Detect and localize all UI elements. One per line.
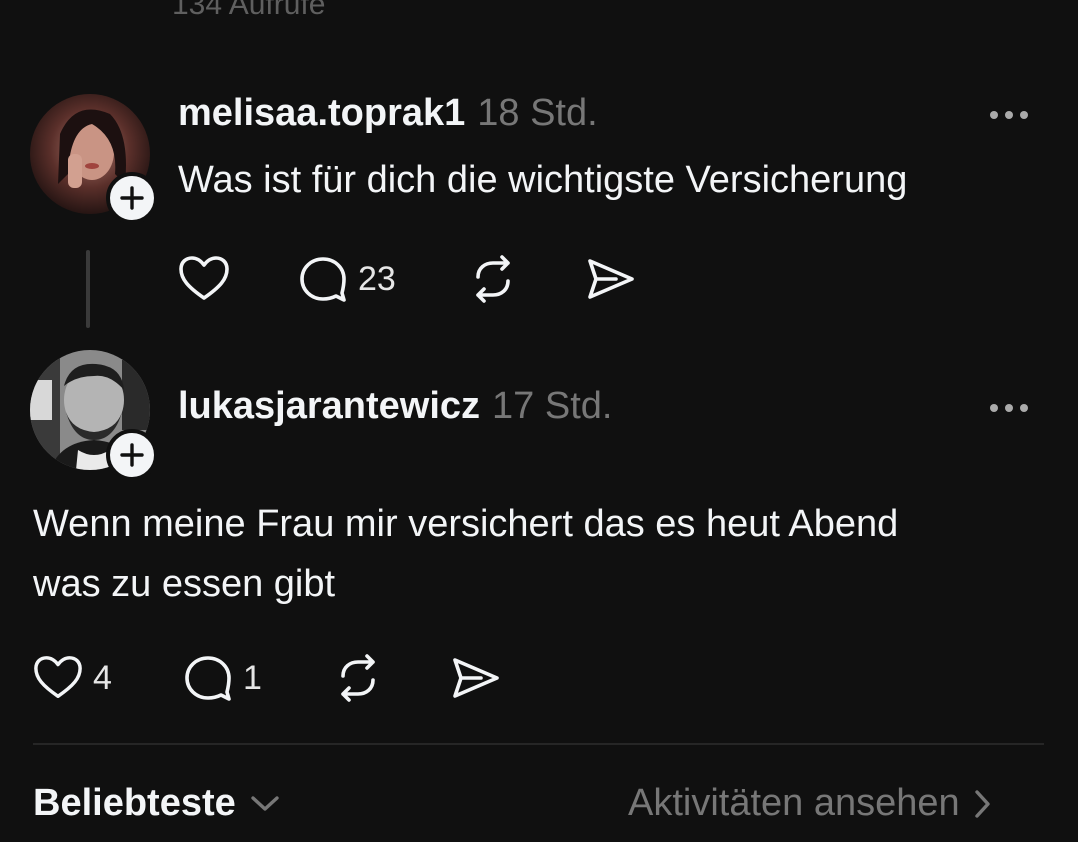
divider: [33, 743, 1044, 745]
heart-icon: [34, 656, 82, 698]
comment-icon: [185, 656, 231, 701]
post-header: melisaa.toprak1 18 Std.: [178, 92, 598, 135]
repost-button[interactable]: [333, 654, 383, 702]
timestamp: 17 Std.: [492, 385, 613, 427]
more-horizontal-icon: [990, 111, 998, 119]
reply-text-line: was zu essen gibt: [33, 563, 336, 605]
comment-icon: [300, 257, 346, 302]
heart-icon: [179, 256, 229, 300]
plus-icon: [120, 186, 144, 210]
share-button[interactable]: [586, 255, 636, 303]
send-icon: [453, 658, 499, 698]
reply-count: 1: [243, 658, 262, 697]
repost-icon: [476, 255, 510, 303]
view-activity-link[interactable]: Aktivitäten ansehen: [628, 782, 992, 825]
views-count: 134 Aufrufe: [172, 0, 326, 21]
more-options-button[interactable]: [990, 404, 1028, 412]
more-horizontal-icon: [990, 404, 998, 412]
reply-text-line: Wenn meine Frau mir versichert das es he…: [33, 503, 899, 545]
like-button[interactable]: [178, 255, 240, 303]
sort-dropdown[interactable]: Beliebteste: [33, 782, 280, 825]
repost-button[interactable]: [468, 255, 518, 303]
like-count: 4: [93, 658, 112, 697]
plus-icon: [120, 443, 144, 467]
thread-line: [86, 250, 90, 328]
more-options-button[interactable]: [990, 111, 1028, 119]
post-text: Was ist für dich die wichtigste Versiche…: [178, 159, 908, 201]
like-button[interactable]: 4: [33, 654, 112, 702]
share-button[interactable]: [451, 654, 501, 702]
chevron-right-icon: [974, 789, 990, 818]
reply-button[interactable]: 23: [298, 255, 396, 303]
follow-button[interactable]: [106, 172, 158, 224]
reply-text: Wenn meine Frau mir versichert das es he…: [33, 494, 898, 614]
reply-count: 23: [358, 259, 396, 298]
chevron-down-icon: [251, 795, 279, 811]
dot: [1005, 111, 1013, 119]
send-icon: [588, 259, 634, 299]
dot: [1020, 111, 1028, 119]
activity-label: Aktivitäten ansehen: [628, 782, 960, 824]
reply-button[interactable]: 1: [183, 654, 262, 702]
repost-icon: [341, 654, 375, 702]
reply-header: lukasjarantewicz 17 Std.: [178, 385, 612, 428]
dot: [1005, 404, 1013, 412]
username[interactable]: lukasjarantewicz: [178, 385, 480, 428]
follow-button[interactable]: [106, 429, 158, 481]
dot: [1020, 404, 1028, 412]
username[interactable]: melisaa.toprak1: [178, 92, 465, 135]
timestamp: 18 Std.: [477, 92, 598, 134]
sort-label: Beliebteste: [33, 782, 236, 824]
